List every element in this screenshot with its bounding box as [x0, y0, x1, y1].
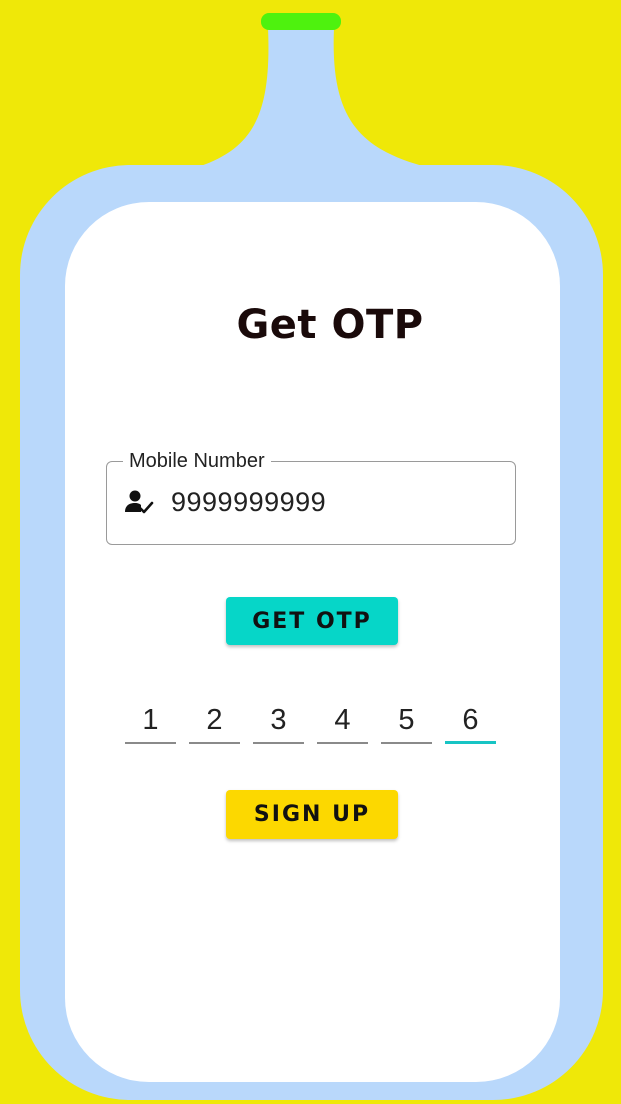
person-check-icon — [125, 490, 154, 514]
otp-digit-6[interactable]: 6 — [445, 700, 496, 744]
bottle-cap — [261, 13, 341, 30]
sign-up-button[interactable]: SIGN UP — [226, 790, 398, 839]
otp-digit-5[interactable]: 5 — [381, 700, 432, 744]
page-title: Get OTP — [236, 302, 424, 348]
mobile-number-input[interactable]: 9999999999 — [171, 486, 326, 518]
otp-digit-1[interactable]: 1 — [125, 700, 176, 744]
otp-digit-3[interactable]: 3 — [253, 700, 304, 744]
mobile-number-label: Mobile Number — [123, 450, 271, 472]
otp-digit-4[interactable]: 4 — [317, 700, 368, 744]
get-otp-button[interactable]: GET OTP — [226, 597, 398, 645]
mobile-number-field[interactable]: Mobile Number 9999999999 — [106, 450, 516, 545]
otp-digit-2[interactable]: 2 — [189, 700, 240, 744]
bottle-neck — [195, 28, 430, 168]
